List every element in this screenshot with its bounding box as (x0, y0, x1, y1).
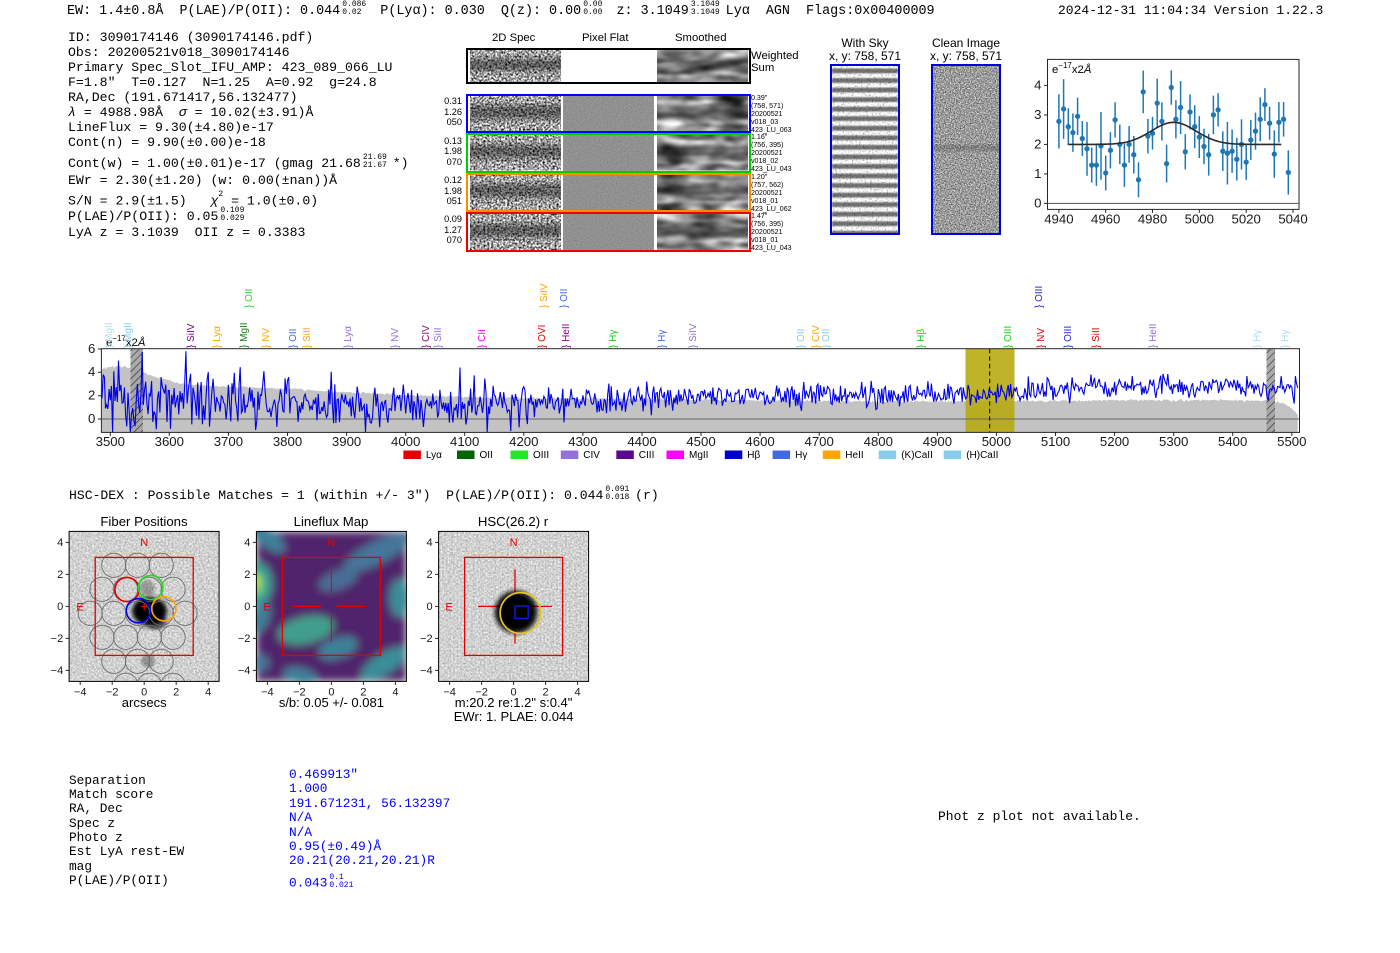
svg-text:Hγ: Hγ (795, 450, 807, 461)
svg-text:−4: −4 (238, 665, 251, 677)
svg-text:MgII: MgII (689, 450, 708, 461)
svg-text:4: 4 (244, 537, 250, 549)
svg-text:−4: −4 (51, 665, 64, 677)
svg-text:CIV: CIV (583, 450, 600, 461)
svg-text:E: E (263, 602, 270, 614)
svg-text:4600: 4600 (745, 434, 774, 449)
svg-text:4400: 4400 (627, 434, 656, 449)
svg-text:4900: 4900 (923, 434, 952, 449)
svg-text:4: 4 (57, 537, 63, 549)
svg-text:−4: −4 (261, 686, 274, 698)
svg-text:E: E (445, 602, 452, 614)
svg-text:OIII: OIII (533, 450, 549, 461)
svg-text:arcsecs: arcsecs (122, 695, 167, 710)
svg-text:5100: 5100 (1041, 434, 1070, 449)
svg-text:4: 4 (392, 686, 398, 698)
svg-text:OII: OII (480, 450, 493, 461)
svg-text:3900: 3900 (332, 434, 361, 449)
svg-text:Lyα: Lyα (426, 450, 442, 461)
svg-text:4200: 4200 (509, 434, 538, 449)
svg-text:5400: 5400 (1218, 434, 1247, 449)
svg-text:5200: 5200 (1100, 434, 1129, 449)
svg-text:6: 6 (88, 341, 95, 356)
svg-text:−4: −4 (420, 665, 433, 677)
svg-text:4: 4 (88, 364, 95, 379)
svg-text:N: N (510, 537, 518, 549)
svg-text:−2: −2 (420, 633, 433, 645)
svg-text:4300: 4300 (568, 434, 597, 449)
svg-text:(H)CaII: (H)CaII (966, 450, 998, 461)
svg-text:2: 2 (88, 388, 95, 403)
svg-text:4100: 4100 (450, 434, 479, 449)
svg-text:(K)CaII: (K)CaII (901, 450, 933, 461)
svg-text:m:20.2 re:1.2" s:0.4": m:20.2 re:1.2" s:0.4" (455, 695, 573, 710)
svg-text:4500: 4500 (686, 434, 715, 449)
svg-text:2: 2 (426, 569, 432, 581)
svg-text:−2: −2 (51, 633, 64, 645)
svg-text:4700: 4700 (805, 434, 834, 449)
svg-text:4000: 4000 (391, 434, 420, 449)
svg-text:HeII: HeII (845, 450, 863, 461)
svg-text:−2: −2 (238, 633, 251, 645)
svg-text:2: 2 (244, 569, 250, 581)
svg-text:3700: 3700 (214, 434, 243, 449)
svg-text:4: 4 (575, 686, 581, 698)
svg-text:−2: −2 (106, 686, 119, 698)
svg-text:s/b: 0.05 +/- 0.081: s/b: 0.05 +/- 0.081 (279, 695, 384, 710)
svg-text:5500: 5500 (1277, 434, 1306, 449)
svg-text:E: E (76, 602, 83, 614)
svg-text:4: 4 (205, 686, 211, 698)
svg-text:0: 0 (57, 601, 63, 613)
svg-text:−4: −4 (74, 686, 87, 698)
svg-text:2: 2 (173, 686, 179, 698)
svg-text:0: 0 (426, 601, 432, 613)
svg-text:3500: 3500 (96, 434, 125, 449)
svg-text:Hβ: Hβ (747, 450, 760, 461)
svg-text:3800: 3800 (273, 434, 302, 449)
svg-text:5000: 5000 (982, 434, 1011, 449)
svg-text:N: N (327, 537, 335, 549)
svg-text:EWr: 1. PLAE: 0.044: EWr: 1. PLAE: 0.044 (454, 709, 574, 724)
svg-text:0: 0 (244, 601, 250, 613)
svg-text:CIII: CIII (639, 450, 655, 461)
svg-text:2: 2 (57, 569, 63, 581)
svg-text:0: 0 (88, 411, 95, 426)
svg-text:4800: 4800 (864, 434, 893, 449)
svg-text:N: N (140, 537, 148, 549)
svg-text:5300: 5300 (1159, 434, 1188, 449)
svg-text:3600: 3600 (155, 434, 184, 449)
svg-text:4: 4 (426, 537, 432, 549)
